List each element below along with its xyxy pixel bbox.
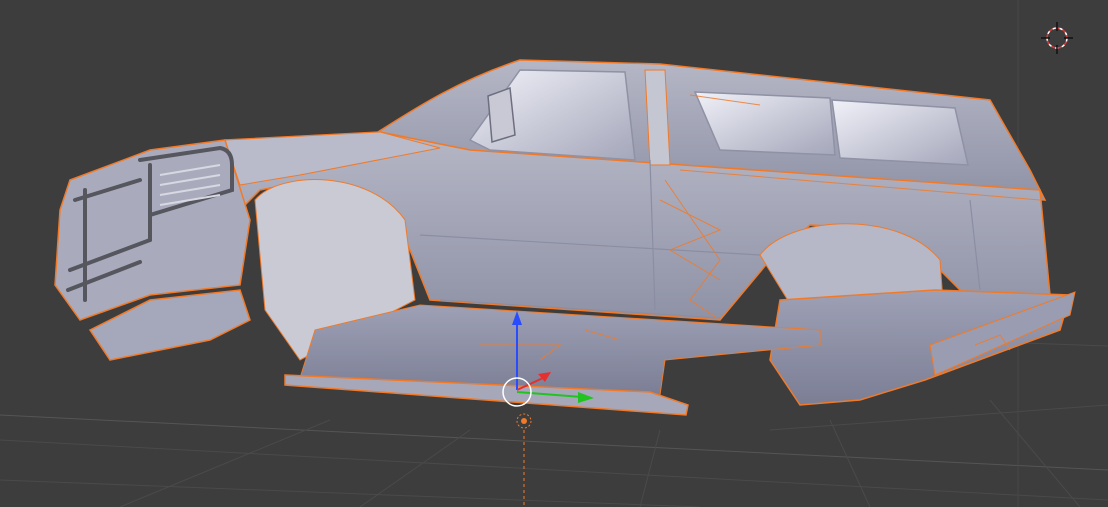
3d-viewport[interactable] <box>0 0 1108 507</box>
quarter-window <box>831 99 969 166</box>
object-origin-icon[interactable] <box>516 413 532 507</box>
b-pillar <box>644 69 671 166</box>
vehicle-body-mesh[interactable] <box>54 59 1076 416</box>
cargo-floor <box>769 289 1071 406</box>
3d-cursor-icon[interactable] <box>1041 22 1073 54</box>
viewport-scene[interactable] <box>0 0 1108 507</box>
side-mirror <box>487 86 516 143</box>
